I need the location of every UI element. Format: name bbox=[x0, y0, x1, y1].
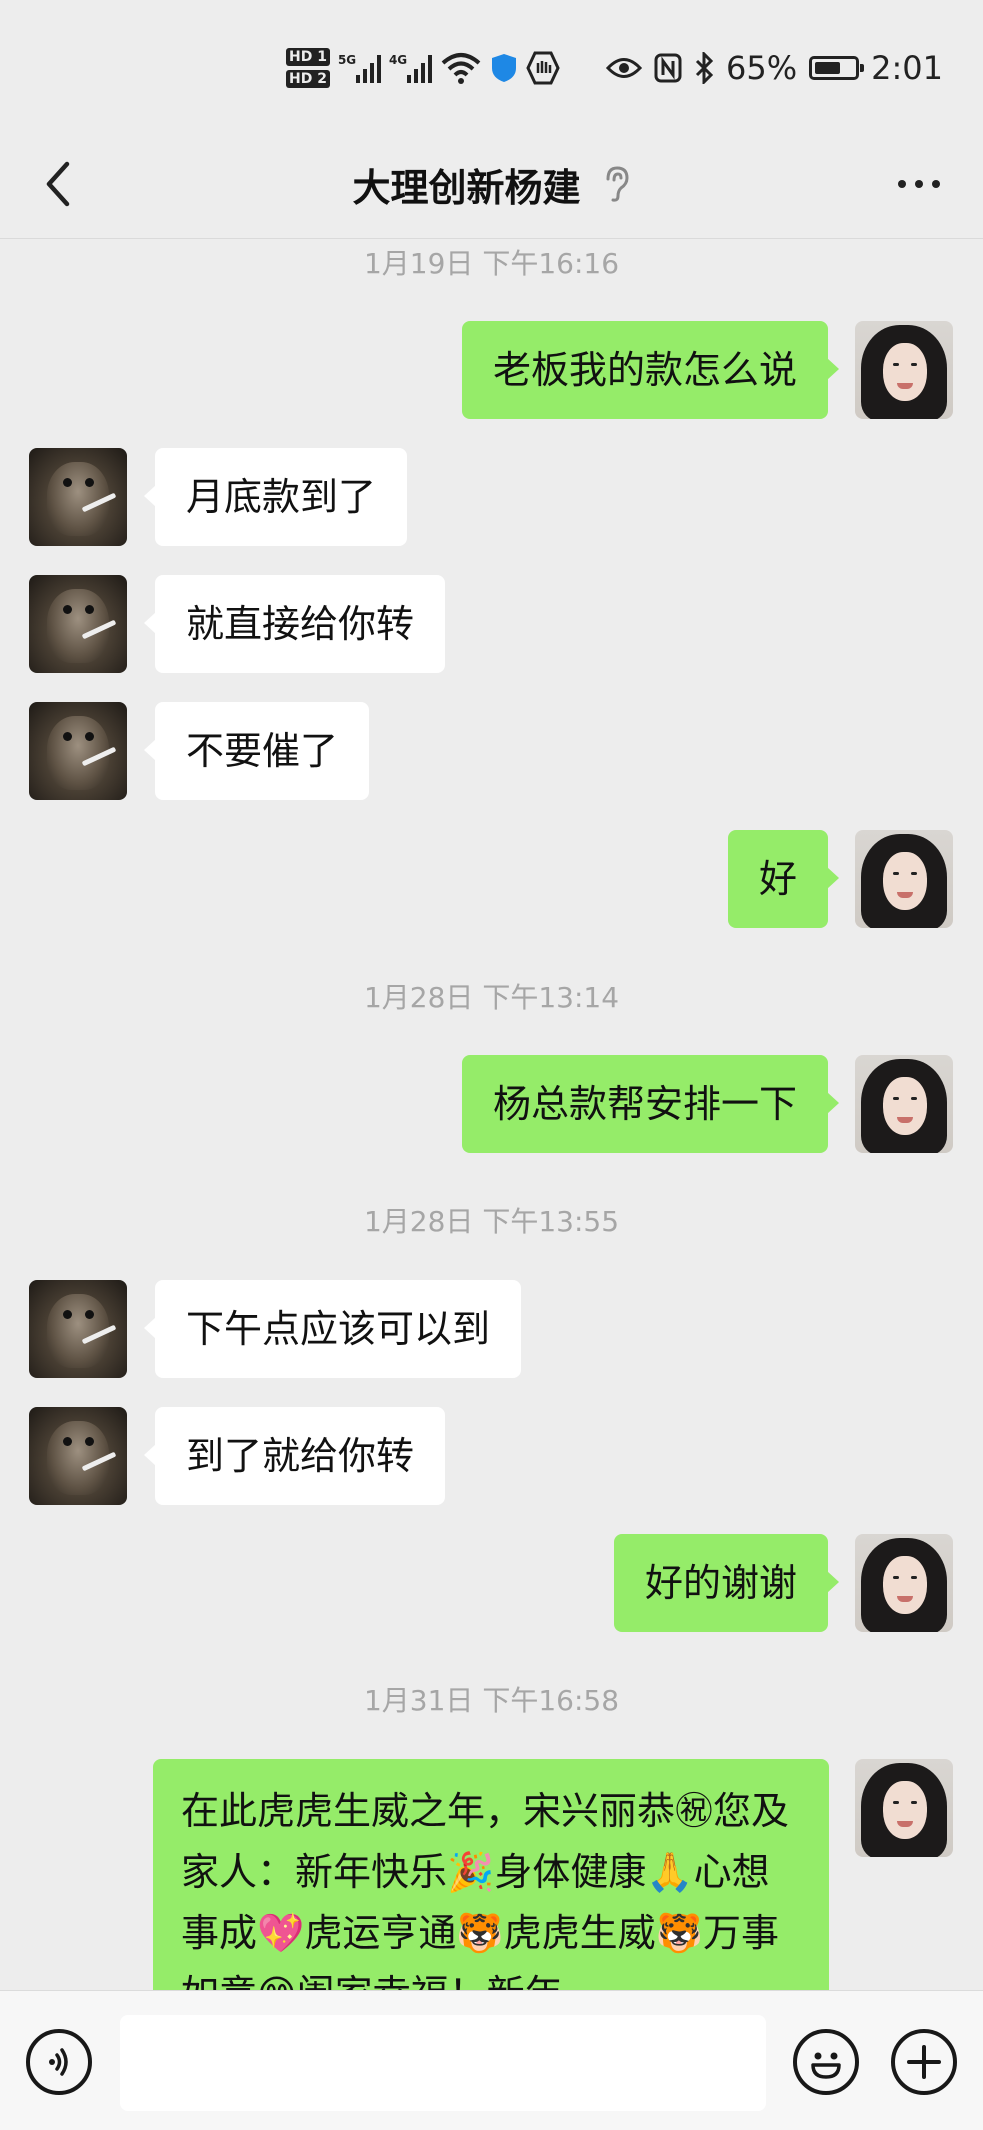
battery-icon bbox=[809, 56, 865, 80]
contact-avatar[interactable] bbox=[29, 448, 127, 546]
input-bar bbox=[0, 1990, 983, 2130]
status-bar: HD 1 HD 2 5G 4G 65% 2:01 bbox=[0, 0, 983, 130]
my-avatar[interactable] bbox=[855, 1055, 953, 1153]
signal-5g-icon: 5G bbox=[338, 53, 381, 83]
voice-button[interactable] bbox=[26, 2029, 92, 2095]
contact-avatar[interactable] bbox=[29, 1407, 127, 1505]
eye-icon bbox=[606, 58, 643, 78]
voice-icon bbox=[49, 2048, 68, 2076]
sim1-label: HD 1 bbox=[286, 48, 330, 66]
clock: 2:01 bbox=[871, 49, 943, 87]
my-avatar[interactable] bbox=[855, 830, 953, 928]
message-bubble-out[interactable]: 杨总款帮安排一下 bbox=[461, 1055, 840, 1153]
status-left: HD 1 HD 2 5G 4G bbox=[286, 42, 560, 94]
timestamp: 1月28日 下午13:55 bbox=[363, 1205, 620, 1238]
hand-stop-icon bbox=[526, 51, 560, 85]
timestamp: 1月31日 下午16:58 bbox=[363, 1684, 620, 1717]
chat-header: 大理创新杨建 bbox=[0, 130, 983, 239]
nfc-icon bbox=[654, 53, 682, 83]
more-dots-icon bbox=[898, 180, 906, 188]
message-bubble-in[interactable]: 月底款到了 bbox=[143, 448, 408, 546]
timestamp: 1月28日 下午13:14 bbox=[363, 981, 620, 1014]
title-area: 大理创新杨建 bbox=[0, 130, 983, 238]
sim-indicators: HD 1 HD 2 bbox=[286, 48, 330, 88]
bluetooth-icon bbox=[695, 52, 714, 84]
chat-title: 大理创新杨建 bbox=[352, 165, 581, 210]
signal-4g-icon: 4G bbox=[389, 53, 432, 83]
plus-icon bbox=[907, 2045, 941, 2079]
wifi-icon bbox=[441, 53, 481, 84]
contact-avatar[interactable] bbox=[29, 702, 127, 800]
sim2-label: HD 2 bbox=[286, 70, 330, 88]
timestamp: 1月19日 下午16:16 bbox=[363, 247, 620, 280]
contact-avatar[interactable] bbox=[29, 1280, 127, 1378]
message-bubble-in[interactable]: 就直接给你转 bbox=[143, 575, 446, 673]
message-bubble-out[interactable]: 好 bbox=[727, 830, 840, 928]
emoji-icon bbox=[811, 2052, 841, 2079]
net2-label: 4G bbox=[388, 53, 408, 67]
my-avatar[interactable] bbox=[855, 321, 953, 419]
my-avatar[interactable] bbox=[855, 1534, 953, 1632]
my-avatar[interactable] bbox=[855, 1759, 953, 1857]
shield-icon bbox=[491, 54, 516, 82]
message-list[interactable]: 1月19日 下午16:16 老板我的款怎么说 月底款到了 就直接给你转 不要催了… bbox=[0, 238, 983, 1990]
message-bubble-out-long[interactable]: 在此虎虎生威之年，宋兴丽恭㊗您及家人：新年快乐🎉身体健康🙏心想事成💖虎运亨通🐯虎… bbox=[153, 1759, 829, 1990]
message-bubble-in[interactable]: 不要催了 bbox=[143, 702, 370, 800]
battery-percent: 65% bbox=[726, 49, 798, 87]
more-button[interactable] bbox=[889, 158, 949, 210]
message-bubble-out[interactable]: 老板我的款怎么说 bbox=[461, 321, 840, 419]
message-input[interactable] bbox=[120, 2015, 766, 2111]
message-bubble-out[interactable]: 好的谢谢 bbox=[613, 1534, 840, 1632]
message-bubble-in[interactable]: 到了就给你转 bbox=[143, 1407, 446, 1505]
status-right: 65% 2:01 bbox=[606, 40, 943, 96]
battery-fill bbox=[815, 62, 840, 74]
contact-avatar[interactable] bbox=[29, 575, 127, 673]
ear-icon bbox=[606, 166, 629, 202]
plus-button[interactable] bbox=[891, 2029, 957, 2095]
net1-label: 5G bbox=[337, 53, 357, 67]
emoji-button[interactable] bbox=[793, 2029, 859, 2095]
message-bubble-in[interactable]: 下午点应该可以到 bbox=[143, 1280, 522, 1378]
